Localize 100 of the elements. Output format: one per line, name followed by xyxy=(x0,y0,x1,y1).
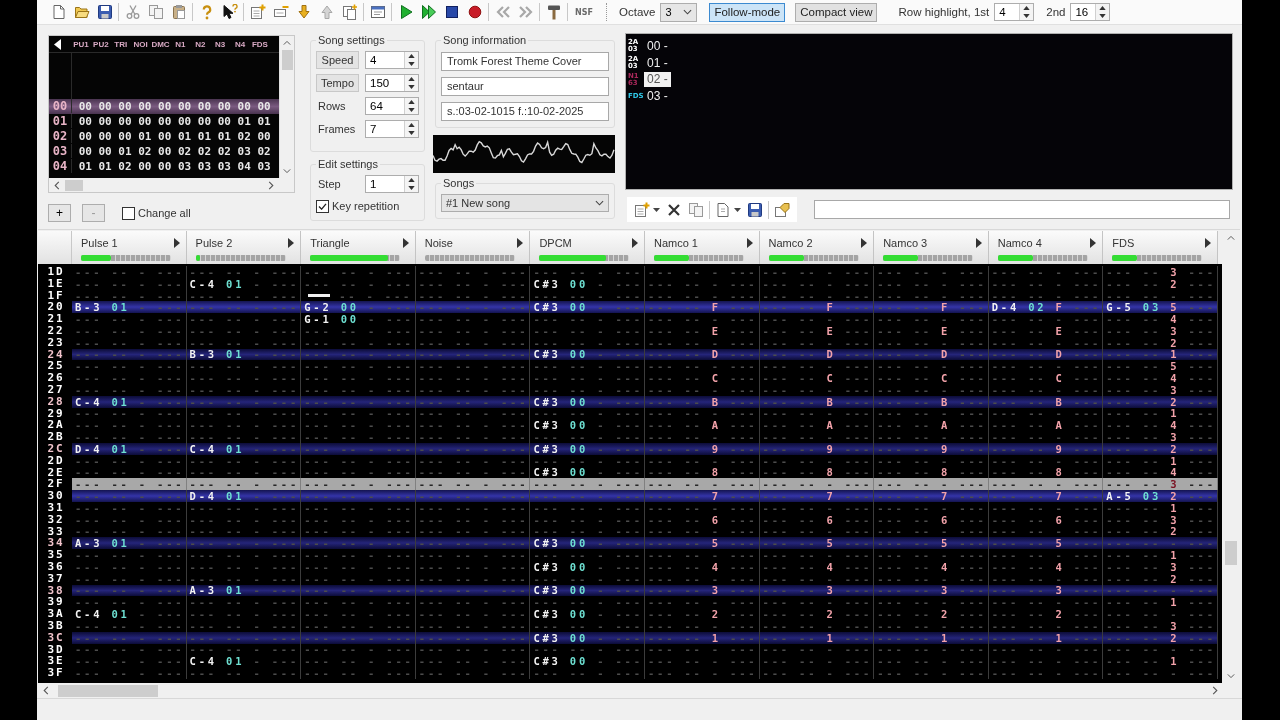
pattern-cell: --- -- - --- xyxy=(1103,667,1218,679)
channel-header[interactable]: Namco 2 xyxy=(759,231,875,264)
right-triangle-icon[interactable] xyxy=(288,238,295,248)
channel-header[interactable]: DPCM xyxy=(530,231,645,264)
number-spinbox[interactable]: 7 xyxy=(365,120,419,138)
number-spinbox[interactable]: 4 xyxy=(994,3,1035,21)
chevron-right-icon[interactable] xyxy=(1212,686,1218,695)
octave-dropdown[interactable]: 3 xyxy=(660,2,698,22)
new-instrument-icon[interactable] xyxy=(634,201,650,218)
save-icon[interactable] xyxy=(96,4,113,20)
right-triangle-icon[interactable] xyxy=(517,238,524,248)
down-arrow-icon xyxy=(408,186,415,190)
play-loop-icon[interactable] xyxy=(420,4,437,20)
vertical-scrollbar[interactable] xyxy=(279,36,294,178)
copy-icon[interactable] xyxy=(147,4,164,20)
channel-header[interactable]: Namco 3 xyxy=(874,231,989,264)
checkbox[interactable] xyxy=(122,206,135,220)
instrument-name-field[interactable] xyxy=(814,200,1230,219)
channel-header[interactable]: Noise xyxy=(415,231,531,264)
instrument-item[interactable]: 03 - xyxy=(644,88,671,104)
right-triangle-icon[interactable] xyxy=(861,238,868,248)
checkbox-label[interactable]: Change all xyxy=(138,207,191,219)
right-triangle-icon[interactable] xyxy=(173,238,180,248)
properties-icon[interactable] xyxy=(369,4,386,20)
text-field[interactable]: sentaur xyxy=(441,77,609,96)
follow-mode-button[interactable]: Follow-mode xyxy=(709,2,786,22)
clipboard-icon[interactable] xyxy=(170,4,187,20)
number-spinbox[interactable]: 4 xyxy=(365,51,419,69)
row-number-header xyxy=(38,231,72,264)
duplicate-frame-icon[interactable] xyxy=(341,4,358,20)
scrollbar-thumb[interactable] xyxy=(65,179,83,191)
frame-row[interactable]: 02 00 00 00 01 00 01 01 01 02 00 xyxy=(49,129,279,144)
remove-frame-icon[interactable] xyxy=(272,4,289,20)
scissors-icon[interactable] xyxy=(124,4,141,20)
right-triangle-icon[interactable] xyxy=(402,238,409,248)
channel-header[interactable]: Pulse 1 xyxy=(72,231,187,264)
scrollbar-thumb[interactable] xyxy=(1225,541,1237,565)
pattern-cell: --- -- - --- xyxy=(186,501,302,514)
right-triangle-icon[interactable] xyxy=(631,238,638,248)
row-number: 22 xyxy=(46,325,66,337)
frame-row[interactable]: 00 00 00 00 00 00 00 00 00 00 00 xyxy=(49,99,279,114)
channel-header[interactable]: Triangle xyxy=(301,231,416,264)
right-triangle-icon[interactable] xyxy=(1090,238,1097,248)
right-triangle-icon[interactable] xyxy=(975,238,982,248)
down-arrow-icon[interactable] xyxy=(295,4,312,20)
scrollbar-thumb[interactable] xyxy=(281,50,293,70)
number-spinbox[interactable]: 150 xyxy=(365,74,419,92)
new-file-icon[interactable] xyxy=(50,4,67,20)
instrument-item[interactable]: 02 - xyxy=(644,72,671,88)
chevron-left-icon[interactable] xyxy=(54,180,60,190)
instrument-item[interactable]: 01 - xyxy=(644,55,671,71)
compact-view-button[interactable]: Compact view xyxy=(795,2,878,22)
pattern-cell: --- -- - --- xyxy=(530,501,645,514)
scrollbar-thumb[interactable] xyxy=(58,684,158,697)
left-triangle-icon[interactable] xyxy=(54,38,61,50)
pattern-cell: --- -- - --- xyxy=(301,266,416,278)
caret-icon[interactable] xyxy=(653,207,660,212)
text-field[interactable]: Tromk Forest Theme Cover xyxy=(441,52,609,71)
right-triangle-icon[interactable] xyxy=(746,238,753,248)
pattern-cell: --- -- - --- xyxy=(415,655,531,668)
channel-header[interactable]: Pulse 2 xyxy=(186,231,302,264)
delete-icon[interactable] xyxy=(666,201,682,218)
add-frame-button[interactable]: + xyxy=(48,204,71,222)
song-dropdown[interactable]: #1 New song xyxy=(441,194,609,212)
number-spinbox[interactable]: 16 xyxy=(1070,3,1111,21)
number-spinbox[interactable]: 1 xyxy=(365,175,419,193)
open-folder-icon[interactable] xyxy=(73,4,90,20)
frame-row[interactable]: 04 01 01 02 00 00 03 03 03 04 03 xyxy=(49,159,279,174)
save-icon[interactable] xyxy=(747,201,763,218)
right-triangle-icon[interactable] xyxy=(1204,238,1211,248)
checkbox[interactable] xyxy=(316,199,329,213)
setting-button[interactable]: Tempo xyxy=(316,74,359,92)
load-file-icon[interactable] xyxy=(715,201,731,218)
channel-header[interactable]: Namco 4 xyxy=(988,231,1104,264)
chevron-up-icon[interactable] xyxy=(283,40,291,46)
edit-instrument-icon[interactable] xyxy=(774,201,790,218)
hammer-icon[interactable] xyxy=(545,4,562,20)
pattern-cell: --- -- - --- xyxy=(530,431,645,443)
add-frame-icon[interactable] xyxy=(249,4,266,20)
channel-header[interactable]: FDS xyxy=(1103,231,1218,264)
checkbox-label[interactable]: Key repetition xyxy=(332,200,400,212)
channel-header[interactable]: Namco 1 xyxy=(644,231,760,264)
copy-icon[interactable] xyxy=(688,201,704,218)
stop-icon[interactable] xyxy=(443,4,460,20)
number-spinbox[interactable]: 64 xyxy=(365,97,419,115)
setting-label: Step xyxy=(317,178,341,190)
chevron-left-icon[interactable] xyxy=(43,686,49,695)
frame-row[interactable]: 01 00 00 00 00 00 00 00 00 01 01 xyxy=(49,114,279,129)
pattern-cell: --- -- 7 --- xyxy=(644,490,760,502)
pointer-help-icon[interactable] xyxy=(221,4,238,20)
setting-button[interactable]: Speed xyxy=(316,51,359,69)
row-number: 1F xyxy=(46,289,66,302)
text-field[interactable]: s.:03-02-1015 f.:10-02-2025 xyxy=(441,102,609,121)
nsf-export-button[interactable]: NSF xyxy=(575,4,593,20)
chevron-up-icon[interactable] xyxy=(1227,235,1235,241)
chevron-right-icon[interactable] xyxy=(268,180,274,190)
frame-row[interactable]: 03 00 00 01 02 00 02 02 02 03 02 xyxy=(49,144,279,159)
caret-icon[interactable] xyxy=(734,207,741,212)
record-icon[interactable] xyxy=(466,4,483,20)
instrument-item[interactable]: 00 - xyxy=(644,38,671,54)
